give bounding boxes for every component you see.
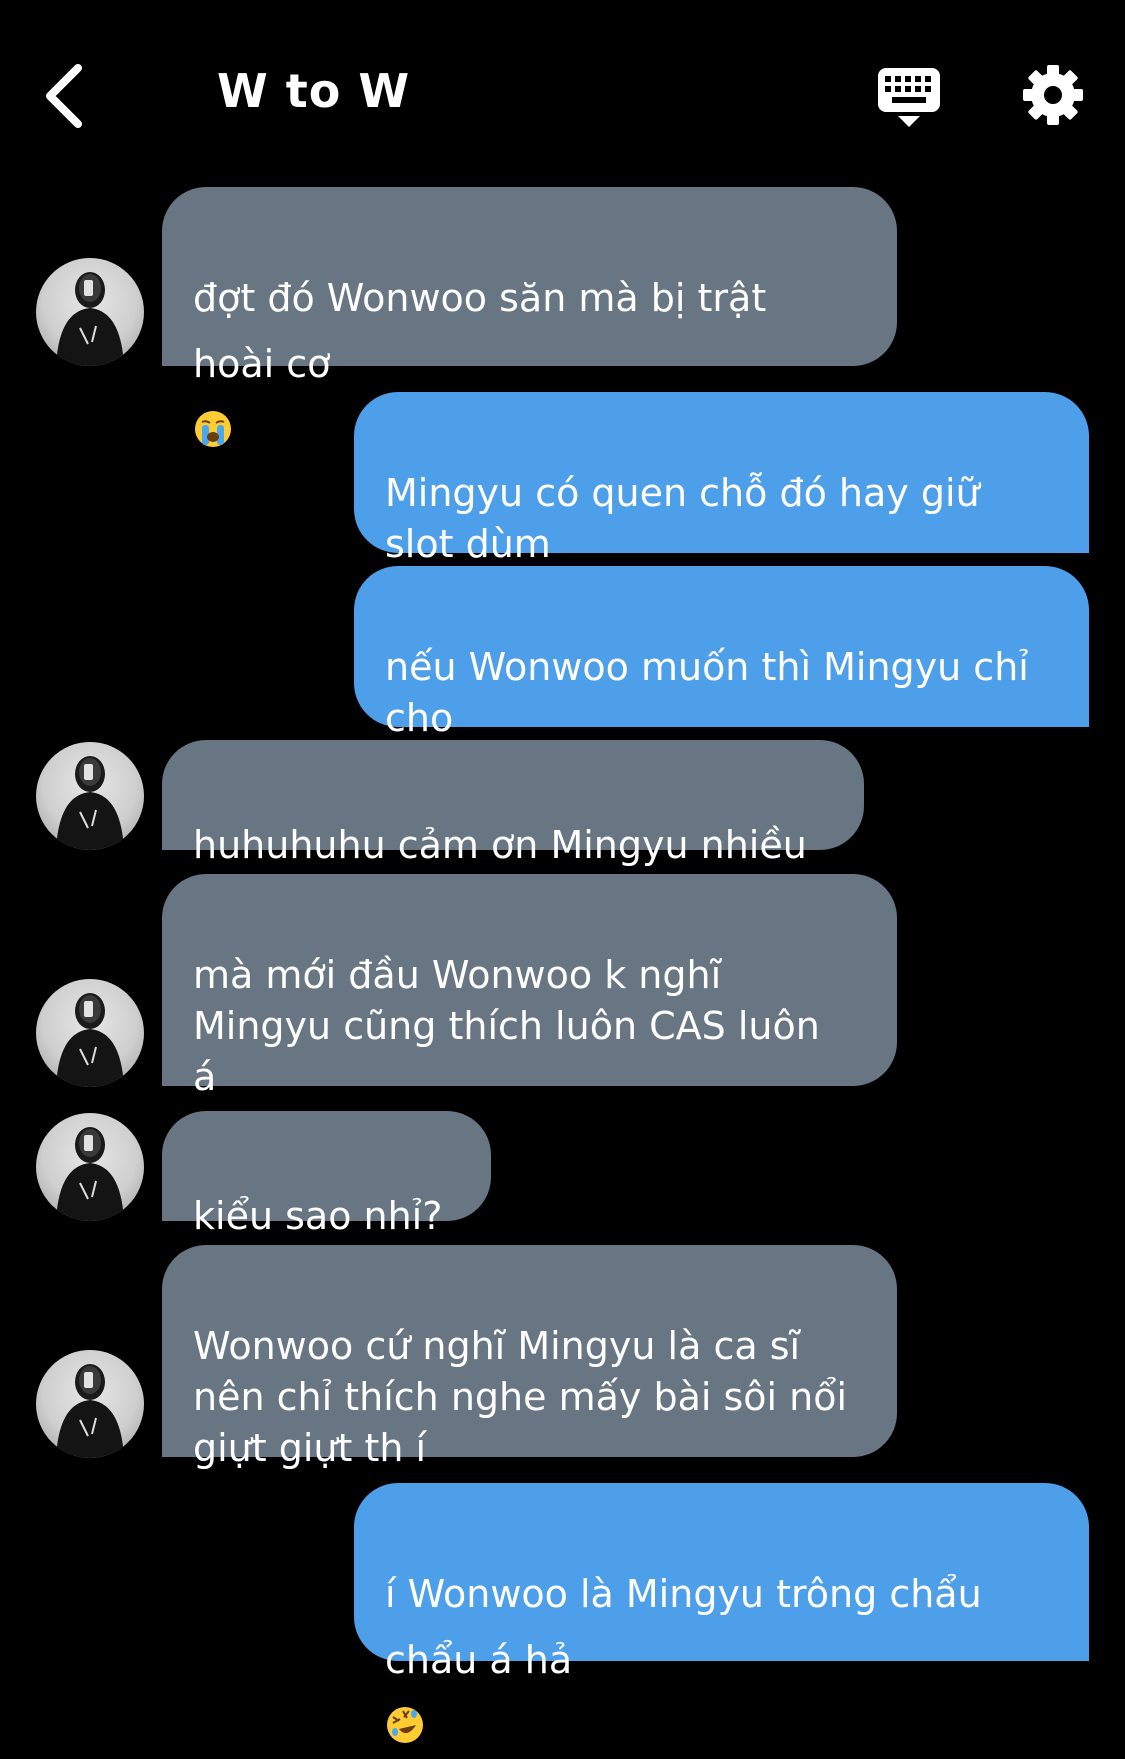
keyboard-icon	[878, 68, 940, 127]
message-bubble-outgoing[interactable]: nếu Wonwoo muốn thì Mingyu chỉ cho	[354, 566, 1089, 740]
loudly-crying-face-icon	[195, 411, 231, 447]
message-text: Mingyu có quen chỗ đó hay giữ slot dùm	[385, 471, 980, 566]
message-bubble-incoming[interactable]: đợt đó Wonwoo săn mà bị trật hoài cơ	[162, 187, 897, 447]
rolling-on-the-floor-laughing-icon	[387, 1707, 423, 1743]
message-bubble-outgoing[interactable]: Mingyu có quen chỗ đó hay giữ slot dùm	[354, 392, 1089, 566]
message-bubble-incoming[interactable]: kiểu sao nhỉ?	[162, 1111, 491, 1238]
avatar-photo	[56, 1127, 124, 1221]
chat-title: W to W	[217, 64, 411, 118]
avatar[interactable]	[36, 1350, 144, 1458]
avatar-photo	[56, 756, 124, 850]
keyboard-button[interactable]	[876, 66, 942, 130]
message-bubble-incoming[interactable]: mà mới đầu Wonwoo k nghĩ Mingyu cũng thí…	[162, 874, 897, 1099]
message-text: Wonwoo cứ nghĩ Mingyu là ca sĩ nên chỉ t…	[193, 1324, 848, 1470]
avatar-photo	[56, 272, 124, 366]
avatar-photo	[56, 1364, 124, 1458]
chevron-left-icon	[46, 64, 82, 128]
message-text: í Wonwoo là Mingyu trông chẩu chẩu á hả	[385, 1572, 982, 1682]
gear-icon	[1023, 65, 1083, 125]
message-bubble-incoming[interactable]: huhuhuhu cảm ơn Mingyu nhiều	[162, 740, 864, 867]
avatar-photo	[56, 993, 124, 1087]
avatar[interactable]	[36, 742, 144, 850]
chat-header: W to W	[0, 0, 1125, 190]
message-bubble-incoming[interactable]: Wonwoo cứ nghĩ Mingyu là ca sĩ nên chỉ t…	[162, 1245, 897, 1470]
message-text: nếu Wonwoo muốn thì Mingyu chỉ cho	[385, 645, 1029, 740]
avatar[interactable]	[36, 258, 144, 366]
avatar[interactable]	[36, 979, 144, 1087]
back-button[interactable]	[40, 60, 100, 132]
message-text: kiểu sao nhỉ?	[193, 1194, 443, 1238]
settings-button[interactable]	[1022, 64, 1084, 126]
message-text: đợt đó Wonwoo săn mà bị trật hoài cơ	[193, 276, 767, 386]
avatar[interactable]	[36, 1113, 144, 1221]
message-text: mà mới đầu Wonwoo k nghĩ Mingyu cũng thí…	[193, 953, 820, 1099]
message-text: huhuhuhu cảm ơn Mingyu nhiều	[193, 823, 807, 867]
message-bubble-outgoing[interactable]: í Wonwoo là Mingyu trông chẩu chẩu á hả	[354, 1483, 1089, 1743]
